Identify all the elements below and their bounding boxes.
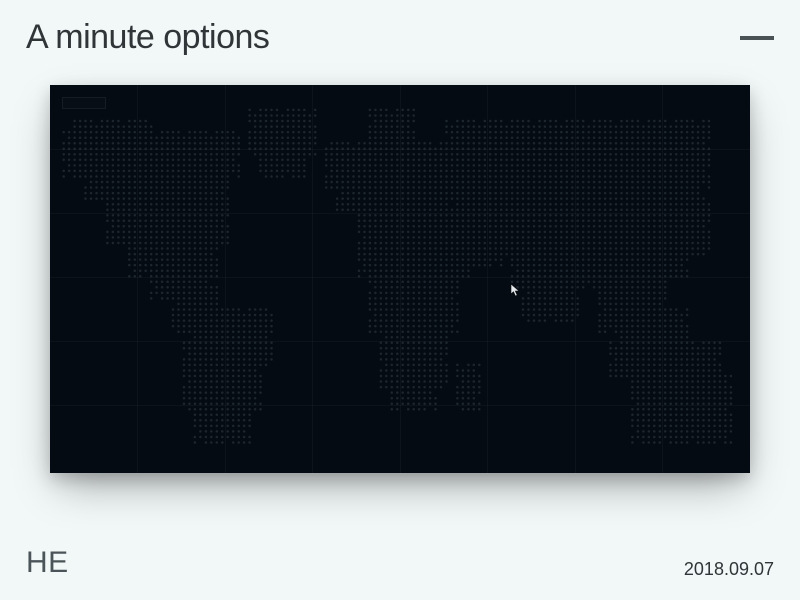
footer-date: 2018.09.07 xyxy=(684,559,774,580)
header: A minute options xyxy=(26,18,774,57)
map-container xyxy=(26,85,774,504)
world-map-dots xyxy=(50,85,750,473)
world-map-panel[interactable] xyxy=(50,85,750,473)
footer: HE 2018.09.07 xyxy=(26,504,774,580)
minimize-icon[interactable] xyxy=(740,36,774,40)
page-title: A minute options xyxy=(26,18,269,57)
footer-author: HE xyxy=(26,546,69,580)
